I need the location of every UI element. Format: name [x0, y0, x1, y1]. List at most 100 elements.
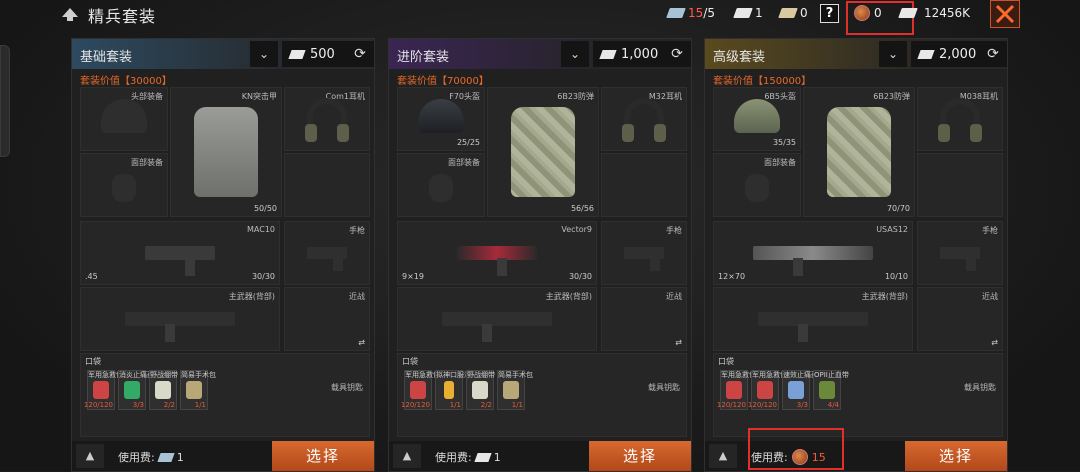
- pistol-slot[interactable]: 手枪: [284, 221, 370, 285]
- chevron-down-icon[interactable]: ⌄: [561, 41, 589, 67]
- pocket-item[interactable]: 速效止痛药 3/3: [782, 370, 818, 410]
- pistol-slot[interactable]: 手枪: [601, 221, 687, 285]
- back-weapon-slot[interactable]: 主武器(背部): [397, 287, 597, 351]
- vest-icon: [511, 107, 575, 197]
- face-slot[interactable]: 面部装备: [713, 153, 801, 217]
- armor-slot[interactable]: 6B23防弹 56/56: [487, 87, 599, 217]
- refresh-icon[interactable]: ⟳: [346, 41, 374, 67]
- refresh-icon[interactable]: ⟳: [979, 41, 1007, 67]
- refresh-icon[interactable]: ⟳: [663, 41, 691, 67]
- pocket-item[interactable]: 简易手术包 1/1: [497, 370, 533, 410]
- bandage-icon: [155, 381, 171, 399]
- pocket-slot: 口袋 军用急救包 120/120 消炎止痛药 3/3 野战绷带 2/2 简易手术包 1/…: [80, 353, 370, 437]
- back-weapon-slot[interactable]: 主武器(背部): [713, 287, 913, 351]
- face-slot[interactable]: 面部装备: [80, 153, 168, 217]
- head-slot[interactable]: F70头盔 25/25: [397, 87, 485, 151]
- slot-label: 面部装备: [764, 158, 796, 167]
- back-weapon-slot[interactable]: 主武器(背部): [80, 287, 280, 351]
- key-label: 载具钥匙: [964, 383, 996, 392]
- chevron-down-icon[interactable]: ⌄: [879, 41, 907, 67]
- primary-weapon-slot[interactable]: Vector9 9×19 30/30: [397, 221, 597, 285]
- headset-icon: [622, 97, 666, 142]
- kit-value: 套装价值【150000】: [713, 76, 812, 87]
- item-count: 120/120: [83, 401, 113, 409]
- top-bar: 精兵套装 15/5 1 0 ? 0 12456K: [0, 0, 1080, 35]
- empty-slot: [601, 153, 687, 217]
- pocket-slot: 口袋 军用急救包 120/120 拟神口服液 1/1 野战绷带 2/2 简易手术包 1/…: [397, 353, 687, 437]
- vial-icon: [444, 381, 454, 399]
- help-icon[interactable]: ?: [820, 4, 839, 23]
- head-slot[interactable]: 6B5头盔 35/35: [713, 87, 801, 151]
- face-slot[interactable]: 面部装备: [397, 153, 485, 217]
- chevron-up-icon[interactable]: ▲: [709, 444, 737, 468]
- slot-label: 主武器(背部): [228, 292, 275, 301]
- headset-icon: [938, 97, 982, 142]
- armor-slot[interactable]: 6B23防弹 70/70: [803, 87, 915, 217]
- head-slot[interactable]: 头部装备: [80, 87, 168, 151]
- swap-icon[interactable]: ⇄: [675, 338, 682, 347]
- slot-count: 30/30: [251, 272, 275, 281]
- slot-label: 近战: [982, 292, 998, 301]
- kit-title: 进阶套装: [397, 50, 450, 65]
- kit-footer: ▲ 使用费: 1 选择: [72, 441, 374, 471]
- slot-label: 6B5头盔: [764, 92, 796, 101]
- medkit-icon: [410, 381, 426, 399]
- swap-icon[interactable]: ⇄: [991, 338, 998, 347]
- pocket-item[interactable]: 拟神口服液 1/1: [435, 370, 471, 410]
- pocket-item[interactable]: 军用急救包 120/120: [83, 370, 123, 410]
- cash-value: 12456K: [924, 6, 971, 20]
- primary-weapon-slot[interactable]: MAC10 .45 30/30: [80, 221, 280, 285]
- slot-label: F70头盔: [449, 92, 480, 101]
- slot-caliber: 9×19: [402, 272, 424, 281]
- paper-ticket-value: 0: [800, 6, 808, 20]
- pocket-item[interactable]: OPII止血带 4/4: [813, 370, 849, 410]
- kit-panel-premium: 高级套装 ⌄ 2,000 ⟳ 套装价值【150000】 6B5头盔 35/35 面…: [704, 38, 1008, 472]
- select-button[interactable]: 选择: [905, 441, 1007, 471]
- kit-header: 基础套装 ⌄ 500 ⟳: [72, 39, 374, 69]
- pocket-item[interactable]: 消炎止痛药 3/3: [118, 370, 154, 410]
- fee-value: 1: [493, 450, 501, 464]
- armor-slot[interactable]: KN突击甲 50/50: [170, 87, 282, 217]
- pocket-item[interactable]: 军用急救包 120/120: [401, 370, 440, 410]
- surgery-kit-icon: [186, 381, 202, 399]
- swap-icon[interactable]: ⇄: [358, 338, 365, 347]
- kit-header: 高级套装 ⌄ 2,000 ⟳: [705, 39, 1007, 69]
- pocket-items: 军用急救包 120/120 拟神口服液 1/1 野战绷带 2/2 简易手术包 1/1: [401, 370, 533, 410]
- pocket-item[interactable]: 军用急救包 120/120: [717, 370, 756, 410]
- ear-slot[interactable]: Com1耳机: [284, 87, 370, 151]
- item-count: 1/1: [449, 401, 461, 409]
- pocket-item[interactable]: 简易手术包 1/1: [180, 370, 216, 410]
- melee-slot[interactable]: 近战 ⇄: [601, 287, 687, 351]
- medkit-icon: [757, 381, 773, 399]
- highlight-box-fee: [748, 428, 844, 470]
- ear-slot[interactable]: M32耳机: [601, 87, 687, 151]
- pocket-item[interactable]: 野战绷带 2/2: [466, 370, 495, 410]
- back-icon[interactable]: [60, 5, 80, 23]
- slot-label: 6B23防弹: [873, 92, 910, 101]
- pistol-slot[interactable]: 手枪: [917, 221, 1003, 285]
- chevron-down-icon[interactable]: ⌄: [250, 41, 278, 67]
- vest-icon: [827, 107, 891, 197]
- item-count: 1/1: [194, 401, 206, 409]
- pocket-item[interactable]: 军用急救包 120/120: [748, 370, 787, 410]
- chevron-up-icon[interactable]: ▲: [76, 444, 104, 468]
- melee-slot[interactable]: 近战 ⇄: [917, 287, 1003, 351]
- melee-slot[interactable]: 近战 ⇄: [284, 287, 370, 351]
- slot-label: 面部装备: [448, 158, 480, 167]
- page-title: 精兵套装: [88, 7, 157, 26]
- kit-footer: ▲ 使用费: 1 选择: [389, 441, 691, 471]
- chevron-up-icon[interactable]: ▲: [393, 444, 421, 468]
- select-button[interactable]: 选择: [589, 441, 691, 471]
- slot-count: 50/50: [253, 204, 277, 213]
- medkit-icon: [93, 381, 109, 399]
- ear-slot[interactable]: M038耳机: [917, 87, 1003, 151]
- pocket-item[interactable]: 野战绷带 2/2: [149, 370, 178, 410]
- select-button[interactable]: 选择: [272, 441, 374, 471]
- close-button[interactable]: [990, 0, 1020, 28]
- kit-title: 高级套装: [713, 50, 766, 65]
- surgery-kit-icon: [503, 381, 519, 399]
- item-name: 简易手术包: [498, 371, 533, 379]
- side-drawer-handle[interactable]: [0, 45, 10, 157]
- primary-weapon-slot[interactable]: USAS12 12×70 10/10: [713, 221, 913, 285]
- slot-count: 70/70: [886, 204, 910, 213]
